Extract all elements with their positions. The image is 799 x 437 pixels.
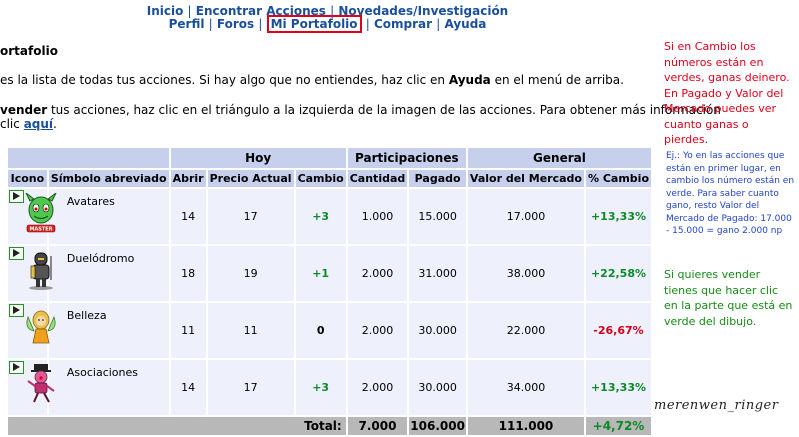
abrir-value: 14 (170, 189, 206, 244)
pagado-value: 30.000 (409, 303, 466, 358)
total-cantidad: 7.000 (347, 417, 408, 435)
header-blank-left (8, 148, 169, 168)
table-row: Duelódromo 18 19 +1 2.000 31.000 38.000 … (8, 246, 651, 301)
valor-value: 34.000 (467, 360, 584, 415)
cantidad-value: 1.000 (347, 189, 408, 244)
stock-name: Belleza (48, 303, 169, 358)
pct-cambio-value: -26,67% (585, 303, 651, 358)
duelodromo-knight-icon (29, 252, 53, 290)
more-info-line: clic aquí. (0, 117, 57, 131)
cambio-value: +3 (295, 189, 346, 244)
annotation-blue: Ej.: Yo en las acciones que están en pri… (666, 151, 795, 236)
stock-icon-cell: MASTER (8, 189, 57, 244)
precio-value: 19 (207, 246, 294, 301)
col-header-pct: % Cambio (585, 170, 651, 187)
total-row: Total: 7.000 106.000 111.000 +4,72% (8, 417, 651, 435)
nav-foros-link[interactable]: Foros (217, 17, 254, 31)
stock-icon-cell (8, 303, 56, 358)
help-keyword: Ayuda (448, 73, 491, 87)
stock-name: Duelódromo (48, 246, 169, 301)
precio-value: 17 (207, 360, 294, 415)
total-label: Total: (8, 417, 346, 435)
nav-inicio-link[interactable]: Inicio (147, 4, 184, 18)
col-header-pagado: Pagado (409, 170, 466, 187)
cambio-value: +1 (295, 246, 346, 301)
abrir-value: 18 (170, 246, 206, 301)
valor-value: 17.000 (467, 189, 584, 244)
asociaciones-clown-icon (27, 364, 55, 403)
col-header-precio: Precio Actual (207, 170, 294, 187)
col-header-cantidad: Cantidad (347, 170, 408, 187)
cantidad-value: 2.000 (347, 303, 408, 358)
annotation-green: Si quieres vender tienes que hacer clic … (664, 268, 793, 328)
stock-icon-cell (8, 246, 53, 301)
abrir-value: 14 (170, 360, 206, 415)
sell-triangle-button[interactable] (9, 190, 24, 203)
sell-triangle-button[interactable] (9, 247, 24, 260)
sell-instructions: vender tus acciones, haz clic en el triá… (0, 103, 721, 117)
precio-value: 17 (207, 189, 294, 244)
sell-triangle-button[interactable] (9, 361, 24, 374)
avatares-mascot-icon: MASTER (25, 193, 57, 233)
table-row: Asociaciones 14 17 +3 2.000 30.000 34.00… (8, 360, 651, 415)
col-header-abrir: Abrir (170, 170, 206, 187)
group-header-participaciones: Participaciones (347, 148, 466, 168)
pct-cambio-value: +22,58% (585, 246, 651, 301)
page-title: ortafolio (0, 44, 58, 58)
annotation-red: Si en Cambio los números están en verdes… (664, 40, 790, 146)
group-header-general: General (467, 148, 651, 168)
table-row: Belleza 11 11 0 2.000 30.000 22.000 -26,… (8, 303, 651, 358)
pagado-value: 31.000 (409, 246, 466, 301)
pagado-value: 30.000 (409, 360, 466, 415)
cantidad-value: 2.000 (347, 246, 408, 301)
col-header-icono: Icono (8, 170, 47, 187)
portfolio-table: Hoy Participaciones General Icono Símbol… (6, 146, 653, 437)
cantidad-value: 2.000 (347, 360, 408, 415)
nav-ayuda-link[interactable]: Ayuda (444, 17, 486, 31)
col-header-valor: Valor del Mercado (467, 170, 584, 187)
precio-value: 11 (207, 303, 294, 358)
belleza-fairy-icon (26, 310, 56, 344)
pct-cambio-value: +13,33% (585, 360, 651, 415)
stock-name: Avatares (48, 189, 169, 244)
cambio-value: +3 (295, 360, 346, 415)
more-info-link[interactable]: aquí (24, 117, 53, 131)
valor-value: 22.000 (467, 303, 584, 358)
col-header-simbolo: Símbolo abreviado (48, 170, 169, 187)
intro-paragraph: es la lista de todas tus acciones. Si ha… (0, 73, 624, 87)
nav-mi-portafolio-link[interactable]: Mi Portafolio (266, 15, 362, 33)
stock-name: Asociaciones (48, 360, 169, 415)
total-pct: +4,72% (585, 417, 651, 435)
cambio-value: 0 (295, 303, 346, 358)
total-pagado: 106.000 (409, 417, 466, 435)
table-row: MASTER Avatares 14 17 +3 1.000 15.000 17… (8, 189, 651, 244)
total-valor: 111.000 (467, 417, 584, 435)
nav-novedades-link[interactable]: Novedades/Investigación (338, 4, 508, 18)
group-header-hoy: Hoy (170, 148, 346, 168)
master-badge-text: MASTER (29, 227, 52, 233)
signature: merenwen_ringer (654, 398, 779, 413)
col-header-cambio: Cambio (295, 170, 346, 187)
stock-icon-cell (8, 360, 55, 415)
sell-triangle-button[interactable] (9, 304, 24, 317)
pct-cambio-value: +13,33% (585, 189, 651, 244)
pagado-value: 15.000 (409, 189, 466, 244)
abrir-value: 11 (170, 303, 206, 358)
nav-comprar-link[interactable]: Comprar (374, 17, 432, 31)
nav-perfil-link[interactable]: Perfil (169, 17, 205, 31)
nav-row-2: Perfil | Foros | Mi Portafolio | Comprar… (168, 15, 487, 33)
valor-value: 38.000 (467, 246, 584, 301)
